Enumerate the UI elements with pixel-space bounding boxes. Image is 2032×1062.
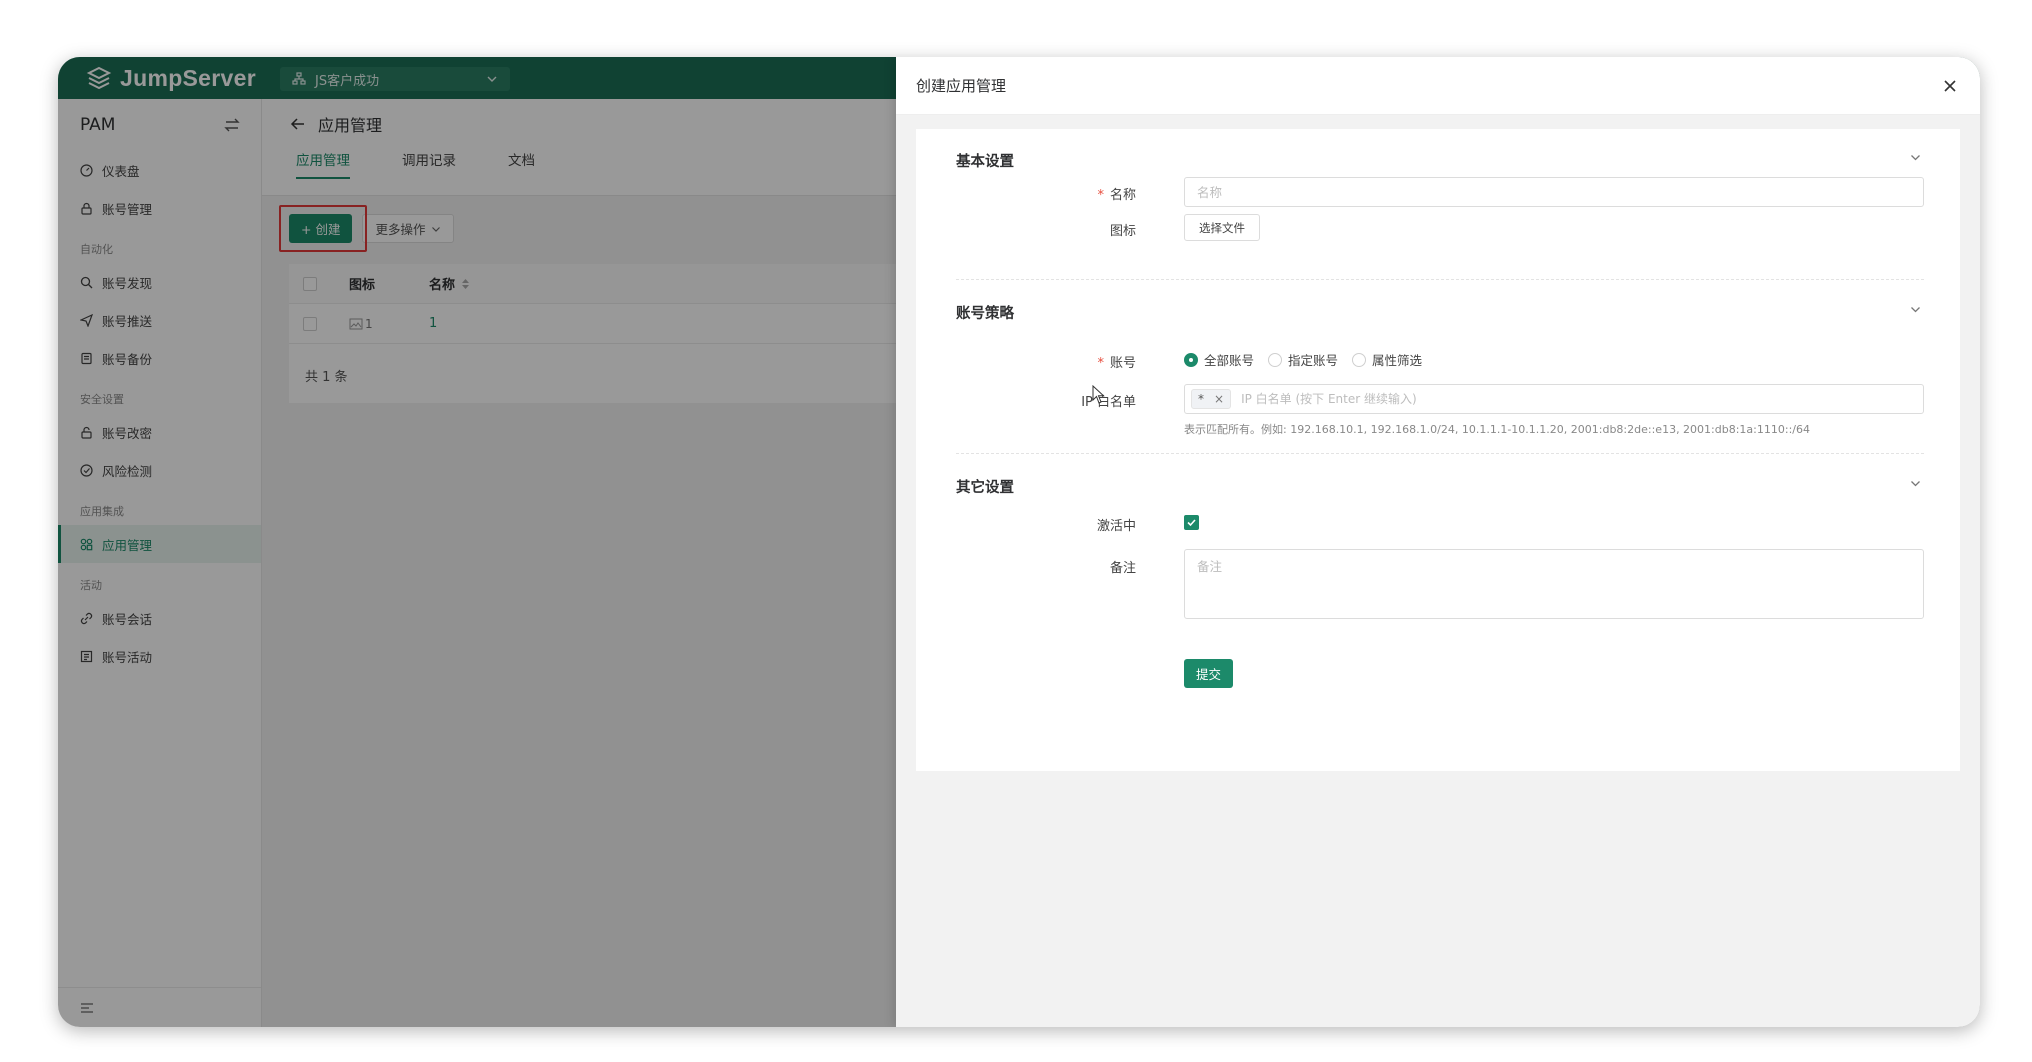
radio-all-accounts[interactable]: 全部账号 — [1184, 350, 1254, 369]
submit-button[interactable]: 提交 — [1184, 659, 1234, 688]
ip-tag: * × — [1191, 389, 1232, 409]
ip-whitelist-input[interactable]: * × — [1184, 384, 1924, 414]
app-window: JumpServer JS客户成功 PAM 仪表盘 账号管理 自动化 账号发现 … — [58, 57, 1980, 1027]
name-label: * 名称 — [1097, 188, 1136, 203]
account-label: * 账号 — [1097, 356, 1136, 371]
section-divider — [956, 453, 1924, 454]
comment-textarea[interactable] — [1184, 549, 1924, 619]
icon-label: 图标 — [1109, 224, 1136, 239]
section-title-other: 其它设置 — [956, 480, 1014, 496]
chevron-down-icon[interactable] — [1909, 151, 1922, 164]
active-checkbox[interactable] — [1184, 515, 1199, 530]
ip-whitelist-text[interactable] — [1241, 392, 1917, 406]
section-title-basic: 基本设置 — [956, 154, 1014, 170]
mouse-cursor-icon — [1092, 385, 1105, 404]
choose-file-button[interactable]: 选择文件 — [1184, 214, 1260, 241]
radio-dot — [1268, 352, 1283, 367]
drawer-header: 创建应用管理 — [896, 57, 1980, 115]
active-label: 激活中 — [1096, 519, 1136, 534]
chevron-down-icon[interactable] — [1909, 477, 1922, 490]
close-icon[interactable] — [1942, 78, 1958, 94]
account-radio-group: 全部账号 指定账号 属性筛选 — [1184, 350, 1422, 369]
radio-attribute-filter[interactable]: 属性筛选 — [1352, 350, 1422, 369]
ip-help-text: 表示匹配所有。例如: 192.168.10.1, 192.168.1.0/24,… — [1184, 423, 1810, 436]
check-icon — [1187, 519, 1196, 527]
create-form: 基本设置 *名称 图标 选择文件 账号策略 *账号 全部账号 指定账号 属性筛选… — [916, 129, 1960, 771]
radio-dot — [1184, 352, 1198, 367]
name-input[interactable] — [1184, 177, 1924, 207]
create-drawer: 创建应用管理 基本设置 *名称 图标 选择文件 账号策略 *账号 全部账号 指定… — [896, 57, 1980, 1027]
section-divider — [956, 279, 1924, 280]
chevron-down-icon[interactable] — [1909, 303, 1922, 316]
radio-specified-accounts[interactable]: 指定账号 — [1268, 350, 1338, 369]
tag-close-icon[interactable]: × — [1214, 392, 1224, 406]
drawer-title: 创建应用管理 — [916, 77, 1007, 95]
section-title-account-policy: 账号策略 — [956, 306, 1014, 322]
radio-dot — [1352, 352, 1367, 367]
ip-tag-value: * — [1198, 392, 1204, 406]
comment-label: 备注 — [1109, 561, 1136, 576]
